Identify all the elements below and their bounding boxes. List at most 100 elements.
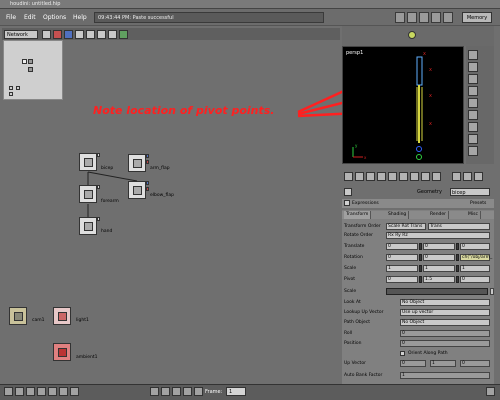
rotate-tool-icon[interactable] — [468, 74, 478, 84]
scale-tool-icon[interactable] — [468, 86, 478, 96]
audio-icon[interactable] — [161, 387, 170, 396]
pivot-x-slider[interactable] — [419, 276, 422, 283]
param-label: Lookup Up Vector — [344, 310, 384, 315]
pose-icon[interactable] — [388, 172, 397, 181]
translate-y-slider[interactable] — [456, 243, 459, 250]
scale-y-slider[interactable] — [456, 265, 459, 272]
rotate-icon[interactable] — [366, 172, 375, 181]
realtime-icon[interactable] — [183, 387, 192, 396]
param-label: Position — [344, 341, 362, 346]
param-label: Pivot — [344, 277, 356, 282]
move-icon[interactable] — [355, 172, 364, 181]
param-label: Rotation — [344, 255, 363, 260]
3d-viewport[interactable]: persp1 x x x x y x — [342, 46, 464, 164]
wire-icon[interactable] — [432, 172, 441, 181]
param-label: Rotate Order — [344, 233, 373, 238]
snap-icon[interactable] — [410, 172, 419, 181]
scale-z-field[interactable]: 1 — [460, 265, 490, 272]
pivot-z-field[interactable]: 0 — [460, 276, 490, 283]
select-tool-icon[interactable] — [468, 50, 478, 60]
camera-tool-icon[interactable] — [468, 146, 478, 156]
scale-icon[interactable] — [377, 172, 386, 181]
pivot-y-slider[interactable] — [456, 276, 459, 283]
trans-order-dropdown[interactable]: Trans — [428, 223, 490, 230]
position-field[interactable]: 0 — [400, 340, 490, 347]
orient-label: Orient Along Path — [408, 351, 448, 356]
orient-checkbox[interactable] — [400, 351, 405, 356]
tab-render[interactable]: Render — [428, 211, 450, 219]
translate-x-slider[interactable] — [419, 243, 422, 250]
keyframe-icon[interactable] — [150, 387, 159, 396]
view-tool-icon[interactable] — [468, 110, 478, 120]
translate-y-field[interactable]: 0 — [423, 243, 455, 250]
parameter-tabs: Transform Shading Render Misc — [342, 211, 494, 219]
param-label: Scale — [344, 266, 357, 271]
range-icon[interactable] — [172, 387, 181, 396]
rotation-y-field[interactable]: 0 — [423, 254, 455, 261]
grid-tool-icon[interactable] — [468, 134, 478, 144]
playbar-options-icon[interactable] — [486, 387, 495, 396]
param-label: Translate — [344, 244, 365, 249]
up-vector-y-field[interactable]: 1 — [430, 360, 456, 367]
transform-order-dropdown[interactable]: Scale Rot Trans — [386, 223, 426, 230]
view-icon[interactable] — [474, 172, 483, 181]
tab-misc[interactable]: Misc — [466, 211, 481, 219]
param-pivot: Pivot 0 1.5 0 — [344, 276, 492, 284]
look-at-dropdown[interactable]: No Object — [400, 299, 490, 306]
pointer-icon[interactable] — [344, 172, 353, 181]
svg-text:x: x — [423, 51, 426, 57]
handle-tool-icon[interactable] — [468, 98, 478, 108]
geometry-name-field[interactable]: bicep — [450, 188, 490, 196]
handle-icon[interactable] — [399, 172, 408, 181]
param-lookup-vector: Lookup Up Vector Use up vector — [344, 309, 492, 317]
param-label: Scale — [344, 289, 357, 294]
scale-x-slider[interactable] — [419, 265, 422, 272]
lock-icon[interactable] — [344, 188, 352, 196]
svg-text:x: x — [429, 67, 432, 73]
step-back-icon[interactable] — [15, 387, 24, 396]
tab-transform[interactable]: Transform — [344, 211, 372, 219]
expressions-checkbox[interactable] — [344, 200, 350, 206]
skip-end-icon[interactable] — [70, 387, 79, 396]
expressions-bar: Expressions Presets — [342, 199, 494, 208]
snap-tool-icon[interactable] — [468, 122, 478, 132]
lookup-vector-dropdown[interactable]: Use up vector — [400, 309, 490, 316]
param-uniform-scale: Scale 1 — [344, 288, 494, 296]
roll-field[interactable]: 0 — [400, 330, 490, 337]
rotation-y-slider[interactable] — [456, 254, 459, 261]
play-reverse-icon[interactable] — [26, 387, 35, 396]
param-up-vector: Up Vector 0 1 0 — [344, 360, 492, 368]
uniform-scale-field[interactable] — [490, 288, 494, 295]
light-bulb-icon[interactable] — [408, 31, 416, 39]
uniform-scale-slider[interactable] — [386, 288, 488, 295]
up-vector-z-field[interactable]: 0 — [460, 360, 490, 367]
rotation-x-field[interactable]: 0 — [386, 254, 418, 261]
play-icon[interactable] — [48, 387, 57, 396]
presets-button[interactable]: Presets — [470, 201, 486, 206]
skip-start-icon[interactable] — [4, 387, 13, 396]
param-position: Position 0 — [344, 340, 492, 348]
rotation-x-slider[interactable] — [419, 254, 422, 261]
stop-icon[interactable] — [37, 387, 46, 396]
rotation-z-field[interactable]: ch("/obj/arm_ — [460, 254, 492, 261]
scale-y-field[interactable]: 1 — [423, 265, 455, 272]
auto-bank-field[interactable]: 1 — [400, 372, 490, 379]
step-forward-icon[interactable] — [59, 387, 68, 396]
pivot-x-field[interactable]: 0 — [386, 276, 418, 283]
translate-z-field[interactable]: 0 — [460, 243, 490, 250]
tab-shading[interactable]: Shading — [386, 211, 410, 219]
scale-x-field[interactable]: 1 — [386, 265, 418, 272]
shaded-icon[interactable] — [421, 172, 430, 181]
up-vector-x-field[interactable]: 0 — [400, 360, 426, 367]
rotate-order-dropdown[interactable]: Rx Ry Rz — [386, 232, 490, 239]
translate-x-field[interactable]: 0 — [386, 243, 418, 250]
svg-text:x: x — [429, 121, 432, 127]
move-tool-icon[interactable] — [468, 62, 478, 72]
loop-icon[interactable] — [194, 387, 203, 396]
param-label: Path Object — [344, 320, 370, 325]
pivot-y-field[interactable]: 1.5 — [423, 276, 455, 283]
frame-field[interactable]: 1 — [226, 387, 246, 396]
frame-icon[interactable] — [463, 172, 472, 181]
home-icon[interactable] — [452, 172, 461, 181]
path-object-dropdown[interactable]: No Object — [400, 319, 490, 326]
